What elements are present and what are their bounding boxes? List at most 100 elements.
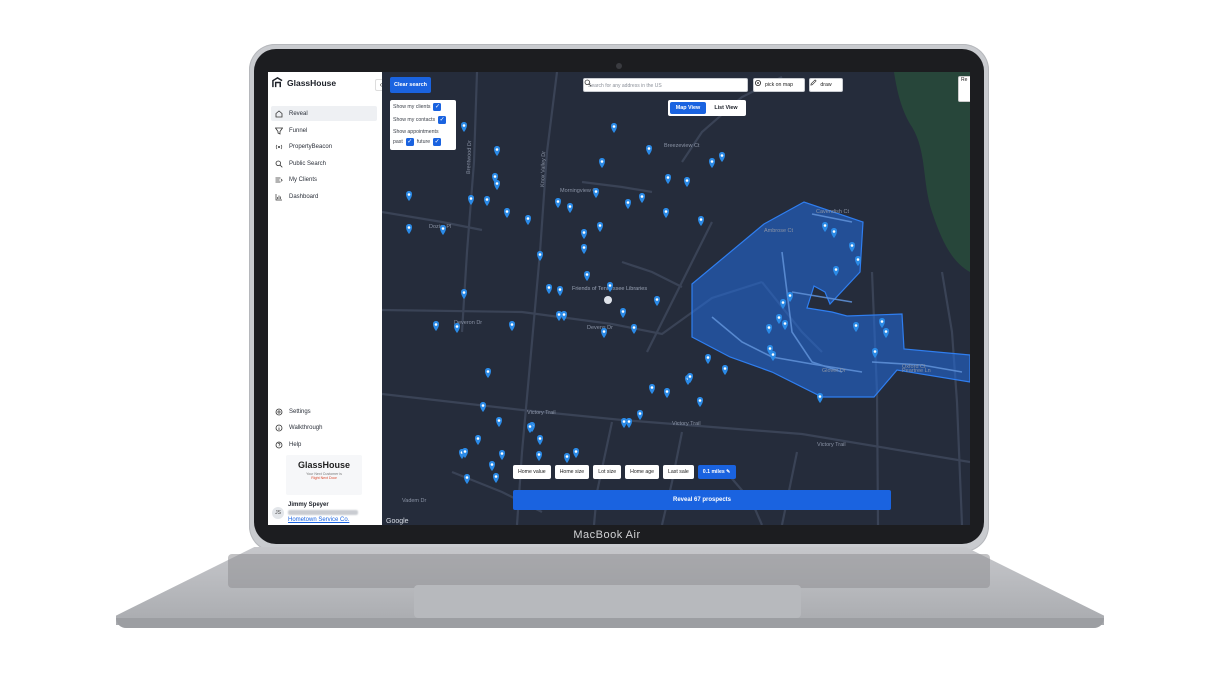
- map-pin-dot: [493, 175, 497, 178]
- road-label: Glover Dr: [822, 368, 846, 374]
- home-value-chip[interactable]: Home value: [513, 465, 551, 479]
- reveal-prospects-button[interactable]: Reveal 67 prospects: [513, 490, 891, 510]
- map-pin-dot: [434, 323, 438, 326]
- crosshair-icon: [755, 80, 761, 86]
- map-view-tab[interactable]: Map View: [670, 102, 706, 114]
- map-pin-dot: [562, 313, 566, 316]
- map-pin-dot: [850, 244, 854, 247]
- map-pin-dot: [505, 210, 509, 213]
- sidebar-item-dashboard[interactable]: Dashboard: [271, 189, 377, 204]
- sidebar-item-label: My Clients: [289, 176, 318, 183]
- map-pin-dot: [777, 316, 781, 319]
- filter-row-past-future[interactable]: past ✓ future ✓: [393, 138, 442, 146]
- beacon-icon: [275, 143, 283, 151]
- sidebar-item-my-clients[interactable]: My Clients: [271, 172, 377, 187]
- user-profile[interactable]: JS Jimmy Speyer Hometown Service Co.: [270, 500, 380, 524]
- road-label: Devens Dr: [587, 325, 613, 331]
- map-pin-dot: [834, 268, 838, 271]
- map-pin-dot: [565, 455, 569, 458]
- map-pin-dot: [818, 395, 822, 398]
- map-pin-dot: [688, 375, 692, 378]
- map-pin-dot: [495, 148, 499, 151]
- sidebar-item-help[interactable]: Help: [271, 437, 377, 452]
- pick-on-map-button[interactable]: pick on map: [753, 78, 805, 92]
- dashboard-icon: [275, 193, 283, 201]
- map-pin-dot: [788, 294, 792, 297]
- sidebar: GlassHouse ‹ Reveal Funnel PropertyBeaco…: [268, 72, 387, 525]
- sidebar-item-funnel[interactable]: Funnel: [271, 123, 377, 138]
- sidebar-item-public-search[interactable]: Public Search: [271, 156, 377, 171]
- pick-on-map-label: pick on map: [765, 82, 793, 88]
- sidebar-item-walkthrough[interactable]: Walkthrough: [271, 420, 377, 435]
- filter-row-clients[interactable]: Show my clients ✓: [393, 103, 442, 111]
- search-icon[interactable]: [584, 79, 592, 87]
- user-email-redacted: [288, 510, 358, 515]
- map-pin-dot: [538, 437, 542, 440]
- address-search-input[interactable]: Search for any address in the US: [583, 78, 748, 92]
- map-pin-dot: [528, 425, 532, 428]
- road-label: Morningview Ct: [560, 188, 598, 194]
- map-pin-dot: [476, 437, 480, 440]
- sidebar-item-propertybeacon[interactable]: PropertyBeacon: [271, 139, 377, 154]
- filter-label: Show my clients: [393, 104, 431, 110]
- map-pin-dot: [622, 420, 626, 423]
- home-age-chip[interactable]: Home age: [625, 465, 660, 479]
- user-company[interactable]: Hometown Service Co.: [288, 517, 349, 523]
- search-placeholder: Search for any address in the US: [588, 83, 662, 89]
- list-view-tab[interactable]: List View: [708, 102, 744, 114]
- laptop-base-lip: [116, 618, 1104, 628]
- filter-row-appointments: Show appointments: [393, 129, 439, 135]
- show-contacts-checkbox[interactable]: ✓: [438, 116, 447, 124]
- map-pin-dot: [698, 399, 702, 402]
- filter-row-contacts[interactable]: Show my contacts ✓: [393, 116, 447, 124]
- laptop-trackpad: [414, 585, 801, 618]
- right-panel-button[interactable]: Re: [958, 76, 970, 102]
- map-pin-dot: [771, 353, 775, 356]
- sidebar-item-reveal[interactable]: Reveal: [271, 106, 377, 121]
- map-pin-dot: [699, 218, 703, 221]
- map-pin-dot: [547, 286, 551, 289]
- map-pin-dot: [510, 323, 514, 326]
- road-label: Knox Valley Dr: [540, 151, 547, 187]
- map-pin-dot: [640, 195, 644, 198]
- radius-chip[interactable]: 0.1 miles ✎: [697, 465, 736, 479]
- road-label: Cavendish Ct: [816, 209, 849, 215]
- past-checkbox[interactable]: ✓: [405, 138, 414, 146]
- map-canvas[interactable]: Deveron Dr Devens Dr Victory Trail Victo…: [382, 72, 970, 525]
- map-pin-dot: [526, 217, 530, 220]
- map-pin-dot: [486, 370, 490, 373]
- brand-logo[interactable]: GlassHouse: [272, 77, 336, 88]
- future-checkbox[interactable]: ✓: [433, 138, 442, 146]
- map-pin-dot: [873, 350, 877, 353]
- map-pin-dot: [594, 190, 598, 193]
- map-pin-dot: [666, 176, 670, 179]
- map-pin-dot: [585, 273, 589, 276]
- map-pin-dot: [600, 160, 604, 163]
- avatar: JS: [272, 507, 284, 519]
- draw-button[interactable]: draw: [809, 78, 843, 92]
- map-pin-dot: [494, 475, 498, 478]
- map-pin-dot: [880, 320, 884, 323]
- clear-search-button[interactable]: Clear search: [390, 77, 431, 93]
- map-pin-dot: [854, 324, 858, 327]
- last-sale-chip[interactable]: Last sale: [663, 465, 694, 479]
- sidebar-item-settings[interactable]: Settings: [271, 404, 377, 419]
- show-clients-checkbox[interactable]: ✓: [433, 103, 442, 111]
- map-pin-dot: [407, 226, 411, 229]
- glasshouse-logo-icon: [272, 77, 283, 88]
- map-pin-dot: [500, 452, 504, 455]
- search-icon: [275, 160, 283, 168]
- map-svg[interactable]: Deveron Dr Devens Dr Victory Trail Victo…: [382, 72, 970, 525]
- road-label: Brentwood Dr: [466, 140, 473, 174]
- promo-brand: GlassHouse: [297, 460, 351, 470]
- map-pin-dot: [602, 330, 606, 333]
- map-filters-panel: Show my clients ✓ Show my contacts ✓ Sho…: [390, 100, 456, 150]
- map-pin-dot: [558, 288, 562, 291]
- lot-size-chip[interactable]: Lot size: [593, 465, 622, 479]
- map-pin-dot: [469, 197, 473, 200]
- home-size-chip[interactable]: Home size: [554, 465, 590, 479]
- library-poi-icon[interactable]: [604, 296, 612, 304]
- filter-label: future: [416, 139, 431, 145]
- road-label: Victory Trail: [817, 442, 846, 448]
- map-pin-dot: [665, 390, 669, 393]
